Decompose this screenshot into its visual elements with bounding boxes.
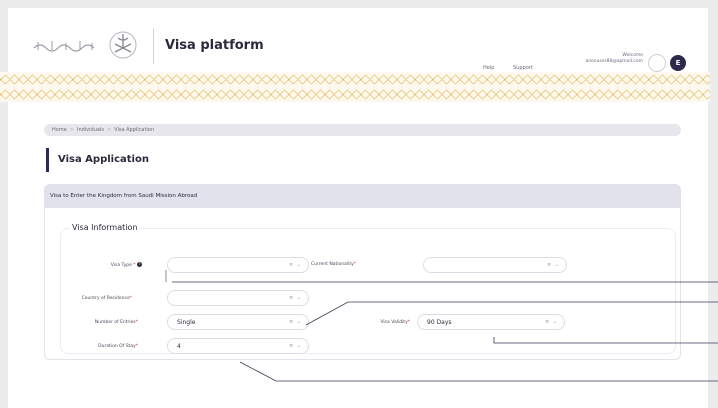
visa-validity-label: Visa Validity* — [380, 320, 410, 325]
page-title: Visa Application — [58, 154, 149, 165]
support-link[interactable]: Support — [513, 65, 533, 71]
avatar[interactable]: E — [670, 55, 686, 71]
duration-of-stay-select[interactable]: 4 × ⌄ — [167, 338, 309, 354]
breadcrumb-individuals[interactable]: Individuals — [77, 127, 104, 133]
select-controls-icon[interactable]: × ⌄ — [289, 343, 302, 349]
notification-toggle[interactable] — [648, 54, 666, 72]
user-email: anonuser88@apmail.com — [585, 59, 643, 64]
header: Visa platform Help Support Welcome anonu… — [8, 8, 708, 78]
number-of-entries-label: Number of Entries* — [94, 320, 138, 325]
breadcrumb-separator: > — [69, 127, 74, 133]
section-banner-text: Visa to Enter the Kingdom from Saudi Mis… — [50, 193, 198, 199]
decorative-pattern-band — [0, 72, 710, 102]
section-banner: Visa to Enter the Kingdom from Saudi Mis… — [44, 184, 681, 208]
page: Visa platform Help Support Welcome anonu… — [0, 0, 718, 408]
select-controls-icon[interactable]: × ⌄ — [547, 262, 560, 268]
app-title: Visa platform — [165, 38, 264, 53]
help-link[interactable]: Help — [483, 65, 494, 71]
logo-divider — [153, 28, 154, 64]
fieldset-legend: Visa Information — [70, 223, 140, 232]
page-title-accent — [46, 148, 49, 172]
number-of-entries-select[interactable]: Single × ⌄ — [167, 314, 309, 330]
welcome-label: Welcome — [622, 53, 643, 58]
duration-of-stay-label: Duration Of Stay* — [98, 344, 138, 349]
current-nationality-select[interactable]: × ⌄ — [423, 257, 567, 273]
country-of-residence-label: Country of Residence* — [81, 296, 132, 301]
user-info: Welcome anonuser88@apmail.com — [553, 53, 643, 64]
visa-validity-select[interactable]: 90 Days × ⌄ — [417, 314, 565, 330]
select-controls-icon[interactable]: × ⌄ — [545, 319, 558, 325]
visa-type-label: Visa Type * ? — [110, 262, 142, 268]
arabic-logotype-icon — [33, 41, 95, 52]
breadcrumb-current: Visa Application — [114, 127, 155, 133]
visa-information-fieldset — [60, 228, 676, 354]
select-controls-icon[interactable]: × ⌄ — [289, 319, 302, 325]
country-of-residence-select[interactable]: × ⌄ — [167, 290, 309, 306]
breadcrumb-home[interactable]: Home — [52, 127, 67, 133]
breadcrumb: Home > Individuals > Visa Application — [44, 124, 681, 136]
breadcrumb-separator: > — [106, 127, 112, 133]
current-nationality-label: Current Nationality* — [310, 262, 356, 267]
saudi-emblem-icon — [109, 31, 137, 59]
select-controls-icon[interactable]: × ⌄ — [289, 295, 302, 301]
help-icon[interactable]: ? — [137, 262, 142, 267]
